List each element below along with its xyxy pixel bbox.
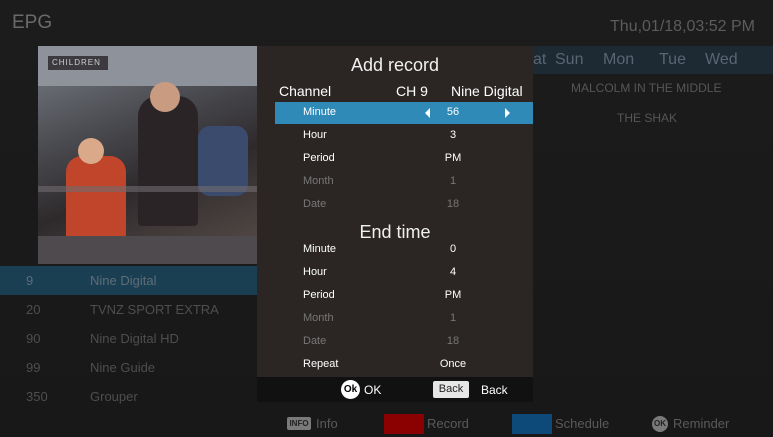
program-item[interactable]: MALCOLM IN THE MIDDLE — [571, 81, 721, 95]
field-label: Repeat — [303, 358, 339, 370]
field-label: Period — [303, 152, 335, 164]
page-title: EPG — [12, 12, 53, 33]
start-minute-field[interactable]: Minute 56 — [275, 102, 533, 124]
field-label: Hour — [303, 266, 327, 278]
channel-label: Channel — [279, 83, 332, 99]
preview-watermark: CHILDREN — [52, 58, 101, 67]
field-label: Minute — [303, 243, 337, 255]
back-label: Back — [481, 383, 508, 397]
channel-number: 99 — [26, 360, 41, 375]
blue-key-icon — [512, 414, 552, 434]
field-value: Once — [439, 358, 467, 370]
channel-number: 350 — [26, 389, 48, 404]
channel-name: Grouper — [90, 389, 138, 404]
reminder-hint[interactable]: Reminder — [673, 416, 729, 431]
field-label: Minute — [303, 106, 337, 118]
field-value: 0 — [449, 243, 457, 255]
day-tab[interactable]: Sun — [555, 51, 583, 69]
end-minute-field[interactable]: Minute 0 — [275, 239, 533, 261]
field-label: Hour — [303, 129, 327, 141]
field-label: Month — [303, 175, 334, 187]
repeat-field[interactable]: Repeat Once — [275, 354, 533, 376]
info-key-icon: INFO — [287, 417, 311, 430]
day-tab[interactable]: Wed — [705, 51, 738, 69]
day-tab[interactable]: Tue — [659, 51, 686, 69]
field-label: Period — [303, 289, 335, 301]
field-value: PM — [444, 289, 462, 301]
date-time-clock: Thu,01/18,03:52 PM — [610, 18, 755, 35]
info-hint[interactable]: Info — [316, 416, 338, 431]
dialog-channel-row: Channel CH 9 Nine Digital — [257, 81, 533, 103]
channel-name: Nine Digital — [451, 83, 523, 99]
field-value: PM — [444, 152, 462, 164]
field-value: 18 — [446, 198, 460, 210]
channel-row[interactable]: 90 Nine Digital HD — [0, 324, 257, 353]
end-month-field: Month 1 — [275, 308, 533, 330]
channel-number: 9 — [26, 273, 34, 288]
back-button[interactable]: Back — [433, 381, 469, 398]
dialog-title: Add record — [350, 55, 440, 75]
field-label: Date — [303, 335, 327, 347]
field-value: 3 — [449, 129, 457, 141]
schedule-hint[interactable]: Schedule — [555, 416, 609, 431]
epg-screen: EPG Thu,01/18,03:52 PM CHILDREN 9 Nine D… — [0, 0, 773, 437]
ok-label: OK — [364, 383, 382, 397]
channel-list: 9 Nine Digital 20 TVNZ SPORT EXTRA 90 Ni… — [0, 266, 257, 411]
channel-row[interactable]: 350 Grouper — [0, 382, 257, 411]
channel-preview: CHILDREN — [38, 46, 258, 264]
end-hour-field[interactable]: Hour 4 — [275, 262, 533, 284]
end-date-field: Date 18 — [275, 331, 533, 353]
channel-row[interactable]: 99 Nine Guide — [0, 353, 257, 382]
channel-row[interactable]: 9 Nine Digital — [0, 266, 257, 295]
day-tab[interactable]: at — [533, 51, 546, 69]
start-hour-field[interactable]: Hour 3 — [275, 125, 533, 147]
field-label: Date — [303, 198, 327, 210]
start-date-field: Date 18 — [275, 194, 533, 216]
channel-name: TVNZ SPORT EXTRA — [90, 302, 219, 317]
record-hint[interactable]: Record — [427, 416, 469, 431]
field-value: 1 — [449, 312, 457, 324]
channel-name: Nine Digital — [90, 273, 157, 288]
day-tabs: at Sun Mon Tue Wed — [533, 46, 773, 74]
day-tab[interactable]: Mon — [603, 51, 634, 69]
field-label: Month — [303, 312, 334, 324]
field-value: 56 — [446, 106, 460, 118]
channel-number: 20 — [26, 302, 41, 317]
program-item[interactable]: THE SHAK — [617, 111, 677, 125]
dialog-footer: Ok OK Back Back — [257, 377, 533, 402]
end-period-field[interactable]: Period PM — [275, 285, 533, 307]
red-key-icon — [384, 414, 424, 434]
channel-row[interactable]: 20 TVNZ SPORT EXTRA — [0, 295, 257, 324]
channel-number: CH 9 — [396, 83, 428, 99]
channel-name: Nine Guide — [90, 360, 156, 375]
ok-key-icon: OK — [652, 416, 668, 432]
bottom-hint-bar: INFO Info Record Schedule OK Reminder — [0, 410, 773, 437]
channel-name: Nine Digital HD — [90, 331, 179, 346]
channel-number: 90 — [26, 331, 41, 346]
add-record-dialog: Add record Channel CH 9 Nine Digital Min… — [257, 46, 533, 402]
field-value: 4 — [449, 266, 457, 278]
field-value: 18 — [446, 335, 460, 347]
start-month-field: Month 1 — [275, 171, 533, 193]
ok-button-icon[interactable]: Ok — [341, 380, 360, 399]
field-value: 1 — [449, 175, 457, 187]
arrow-right-icon[interactable] — [505, 108, 510, 118]
start-period-field[interactable]: Period PM — [275, 148, 533, 170]
arrow-left-icon[interactable] — [425, 108, 430, 118]
